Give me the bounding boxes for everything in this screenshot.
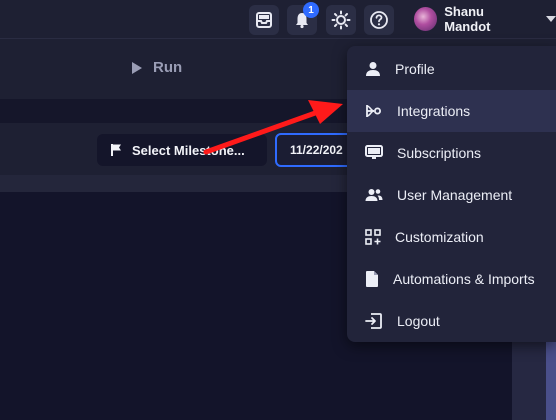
menu-item-automations-imports[interactable]: Automations & Imports (347, 258, 556, 300)
integrations-icon (366, 105, 381, 117)
caret-down-icon (546, 16, 556, 22)
user-name: Shanu Mandot (444, 4, 491, 34)
help-button[interactable] (364, 5, 394, 35)
sun-icon (331, 10, 351, 30)
scroll-accent (546, 340, 556, 420)
run-button[interactable]: Run (131, 59, 182, 76)
inbox-tray-button[interactable] (249, 5, 279, 35)
menu-item-label: Subscriptions (397, 145, 482, 161)
person-icon (366, 62, 380, 76)
top-bar: 1 Shanu Mandot (0, 0, 556, 39)
help-icon (370, 11, 388, 29)
menu-item-label: Logout (397, 313, 440, 329)
menu-item-profile[interactable]: Profile (347, 48, 556, 90)
avatar (414, 7, 438, 31)
logout-icon (365, 313, 382, 329)
theme-toggle-button[interactable] (326, 5, 356, 35)
notification-badge: 1 (303, 2, 319, 18)
notifications-button[interactable]: 1 (287, 2, 319, 35)
menu-item-label: Automations & Imports (393, 271, 535, 287)
play-icon (132, 61, 142, 74)
menu-item-label: Customization (395, 229, 484, 245)
file-icon (366, 271, 378, 287)
menu-item-label: User Management (397, 187, 513, 203)
user-menu-trigger[interactable]: Shanu Mandot (414, 4, 556, 34)
menu-item-user-management[interactable]: User Management (347, 174, 556, 216)
milestone-label: Select Milestone... (132, 142, 245, 158)
menu-item-customization[interactable]: Customization (347, 216, 556, 258)
flag-icon (111, 144, 121, 156)
grid-plus-icon (365, 229, 381, 245)
run-label: Run (153, 59, 183, 76)
user-dropdown-menu: Profile Integrations Subscriptions User … (347, 46, 556, 342)
monitor-icon (365, 145, 383, 159)
menu-item-logout[interactable]: Logout (347, 300, 556, 342)
menu-item-integrations[interactable]: Integrations (347, 90, 556, 132)
users-icon (365, 189, 383, 201)
menu-item-label: Integrations (397, 103, 471, 119)
date-input[interactable]: 11/22/202 (275, 133, 355, 167)
select-milestone-button[interactable]: Select Milestone... (97, 134, 267, 166)
menu-item-subscriptions[interactable]: Subscriptions (347, 132, 556, 174)
menu-item-label: Profile (395, 61, 435, 77)
inbox-tray-icon (256, 12, 272, 28)
